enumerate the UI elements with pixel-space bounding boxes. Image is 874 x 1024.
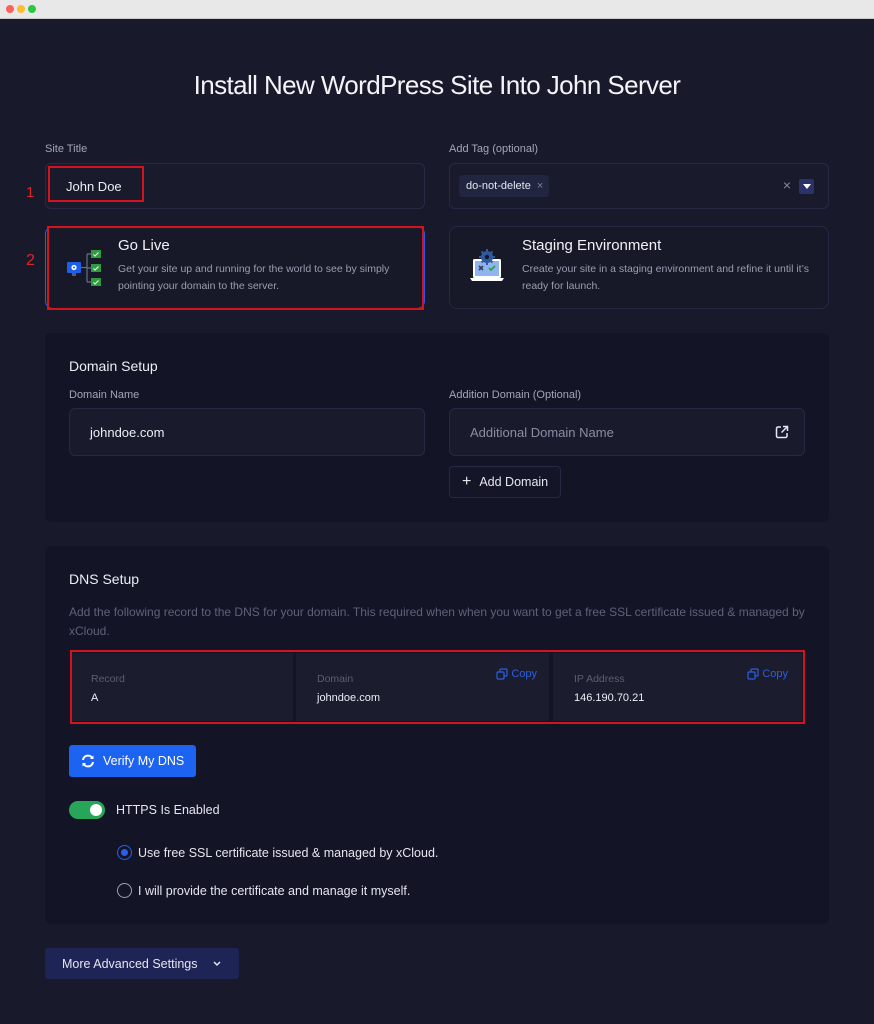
dns-domain-cell: Domain johndoe.com Copy [296, 653, 549, 721]
page-title: Install New WordPress Site Into John Ser… [193, 70, 681, 100]
additional-domain-input[interactable]: Additional Domain Name [449, 408, 805, 456]
remove-tag-icon[interactable]: × [537, 180, 543, 192]
more-advanced-settings-label: More Advanced Settings [62, 956, 198, 971]
add-domain-label: Add Domain [479, 475, 549, 489]
close-window-button[interactable] [6, 5, 14, 13]
staging-environment-card[interactable]: Staging Environment Create your site in … [449, 226, 829, 309]
domain-setup-title: Domain Setup [69, 358, 158, 374]
copy-ip-button[interactable]: Copy [747, 668, 788, 680]
domain-name-input[interactable]: johndoe.com [69, 408, 425, 456]
add-tag-label: Add Tag (optional) [449, 143, 539, 155]
ip-address-label: IP Address [574, 673, 625, 685]
go-live-title: Go Live [118, 237, 170, 254]
tag-chip: do-not-delete × [459, 175, 550, 197]
additional-domain-placeholder: Additional Domain Name [470, 425, 614, 440]
https-toggle-label: HTTPS Is Enabled [116, 803, 220, 817]
https-toggle[interactable] [69, 801, 105, 819]
record-value: A [91, 692, 99, 704]
record-label: Record [91, 673, 125, 685]
plus-icon: + [462, 473, 472, 490]
server-network-check-icon [67, 250, 101, 286]
ssl-option-xcloud-radio[interactable] [117, 845, 132, 860]
copy-domain-label: Copy [511, 668, 537, 680]
domain-name-label: Domain Name [69, 389, 140, 401]
tag-select[interactable]: do-not-delete × × [449, 163, 829, 209]
go-live-card[interactable]: Go Live Get your site up and running for… [45, 226, 425, 309]
laptop-gear-icon [470, 249, 504, 281]
domain-name-value: johndoe.com [90, 425, 165, 440]
ssl-option-xcloud-label[interactable]: Use free SSL certificate issued & manage… [138, 846, 438, 860]
verify-dns-button[interactable]: Verify My DNS [69, 745, 197, 777]
clear-tags-icon[interactable]: × [783, 177, 791, 193]
site-title-label: Site Title [45, 143, 88, 155]
refresh-icon [82, 754, 94, 768]
toggle-knob [90, 804, 102, 816]
annotation-number-2: 2 [26, 252, 35, 269]
annotation-number-1: 1 [26, 184, 35, 201]
copy-icon [747, 668, 759, 680]
go-live-description: Get your site up and running for the wor… [118, 263, 390, 292]
copy-icon [496, 668, 508, 680]
site-title-value: John Doe [66, 179, 122, 194]
dns-record-cell: Record A [72, 653, 293, 721]
add-domain-button[interactable]: + Add Domain [449, 466, 562, 498]
dns-ip-cell: IP Address 146.190.70.21 Copy [553, 653, 802, 721]
dropdown-toggle-button[interactable] [799, 179, 814, 194]
caret-down-icon [802, 184, 811, 189]
staging-title: Staging Environment [522, 237, 662, 254]
dns-setup-panel: DNS Setup Add the following record to th… [45, 546, 829, 924]
domain-value: johndoe.com [317, 692, 380, 704]
dns-setup-description: Add the following record to the DNS for … [69, 605, 805, 638]
ssl-option-custom-radio[interactable] [117, 883, 132, 898]
maximize-window-button[interactable] [28, 5, 36, 13]
chevron-down-icon [212, 961, 221, 967]
site-title-input[interactable]: John Doe [45, 163, 425, 209]
copy-ip-label: Copy [762, 668, 788, 680]
minimize-window-button[interactable] [17, 5, 25, 13]
dns-setup-title: DNS Setup [69, 571, 140, 587]
domain-label: Domain [317, 673, 354, 685]
copy-domain-button[interactable]: Copy [496, 668, 537, 680]
ip-address-value: 146.190.70.21 [574, 692, 645, 704]
staging-description: Create your site in a staging environmen… [522, 263, 809, 292]
external-link-icon[interactable] [775, 425, 789, 439]
ssl-option-custom-label[interactable]: I will provide the certificate and manag… [138, 884, 410, 898]
window-titlebar [0, 0, 874, 19]
verify-dns-label: Verify My DNS [103, 754, 185, 768]
domain-setup-panel: Domain Setup Domain Name johndoe.com Add… [45, 333, 829, 522]
more-advanced-settings-button[interactable]: More Advanced Settings [45, 948, 239, 979]
additional-domain-label: Addition Domain (Optional) [449, 389, 582, 401]
tag-chip-label: do-not-delete [466, 180, 531, 192]
